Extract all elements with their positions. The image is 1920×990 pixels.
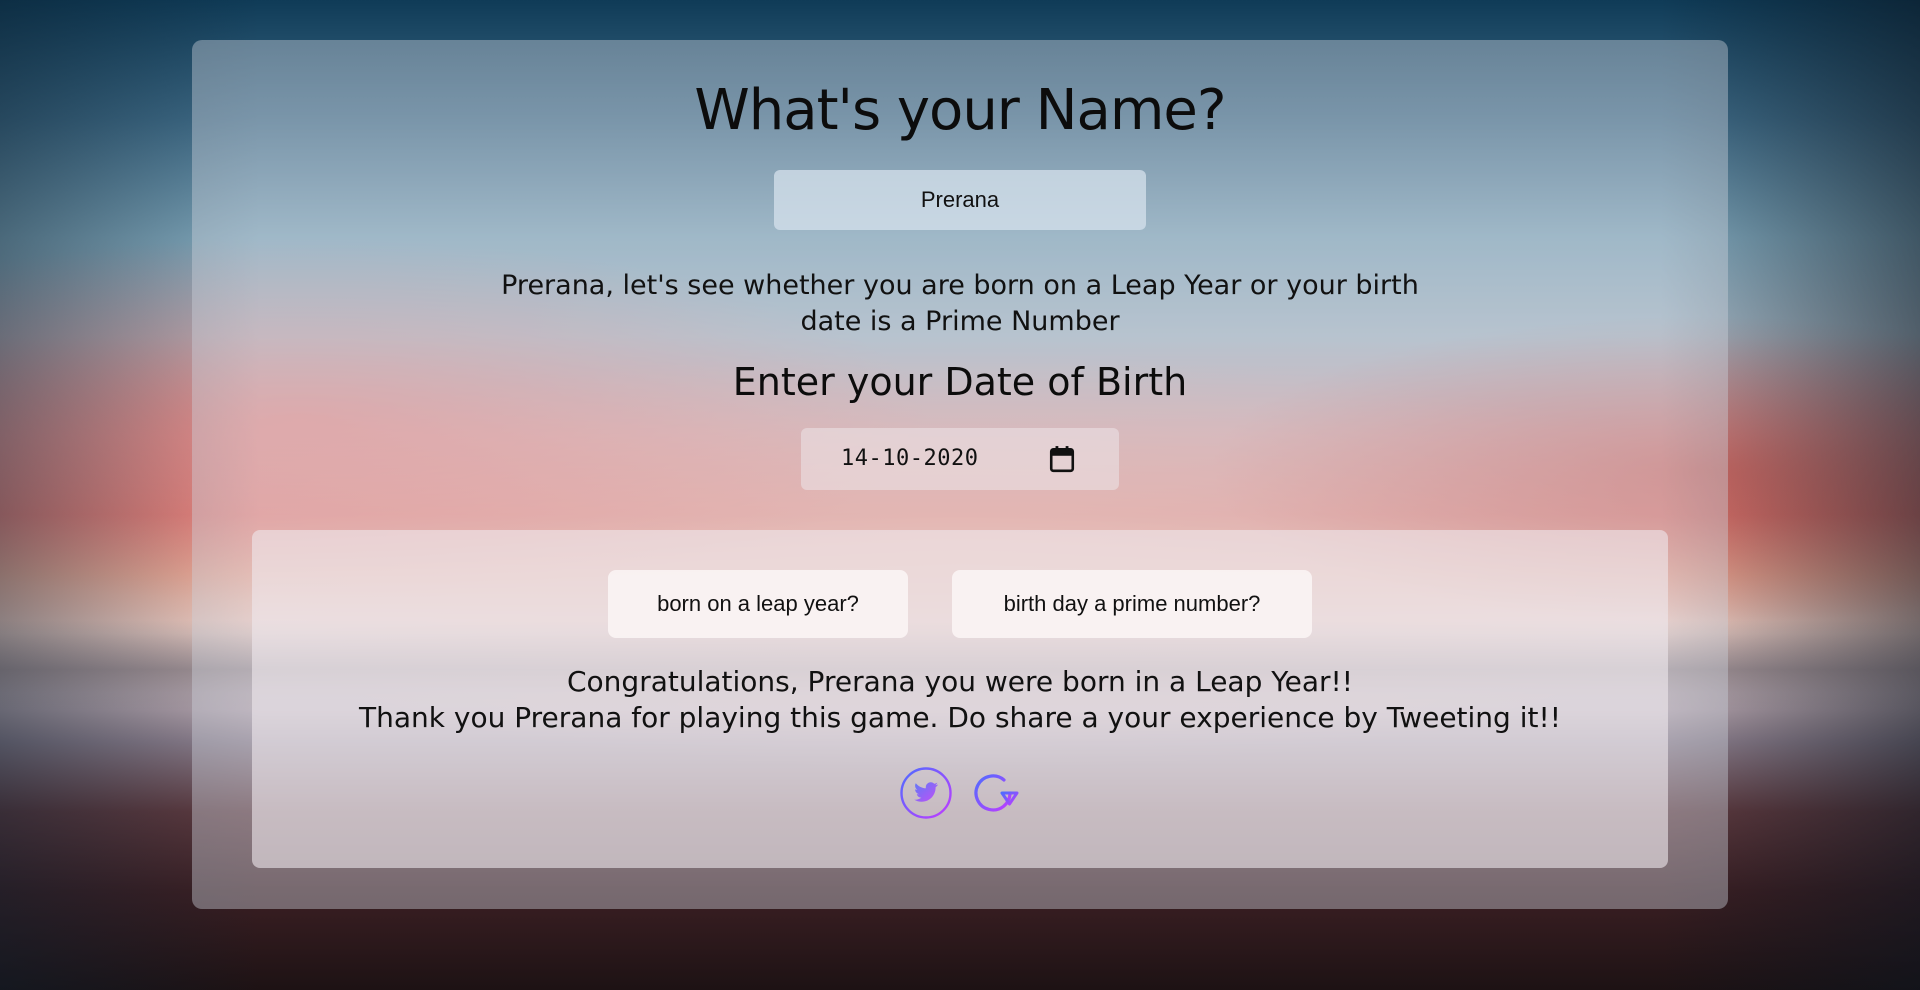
result-line-congrats: Congratulations, Prerana you were born i… xyxy=(567,665,1353,698)
refresh-icon[interactable] xyxy=(966,766,1020,820)
name-input[interactable] xyxy=(774,170,1146,230)
date-of-birth-input[interactable]: 14-10-2020 xyxy=(801,428,1119,490)
intro-text: Prerana, let's see whether you are born … xyxy=(501,270,1419,337)
result-message: Congratulations, Prerana you were born i… xyxy=(260,664,1660,736)
leap-year-button[interactable]: born on a leap year? xyxy=(608,570,908,638)
prime-number-button[interactable]: birth day a prime number? xyxy=(952,570,1312,638)
twitter-icon[interactable] xyxy=(899,766,953,820)
date-value[interactable]: 14-10-2020 xyxy=(841,446,978,471)
page-title: What's your Name? xyxy=(694,78,1226,143)
calendar-icon[interactable] xyxy=(1049,445,1075,473)
result-line-thanks: Thank you Prerana for playing this game.… xyxy=(359,701,1561,734)
dob-heading: Enter your Date of Birth xyxy=(732,360,1188,404)
